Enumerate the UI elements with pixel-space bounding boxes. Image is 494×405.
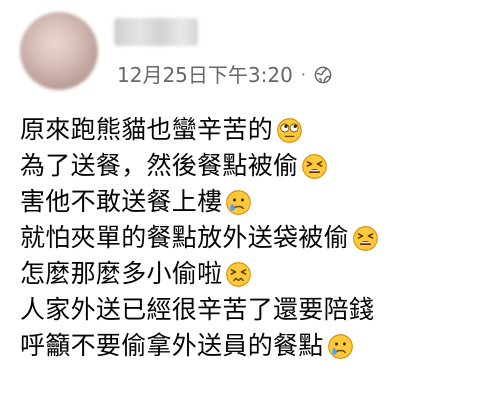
tired-face-icon [353,225,378,251]
post-line-text: 怎麼那麼多小偷啦 [20,259,223,288]
post-line-text: 原來跑熊貓也蠻辛苦的 [20,115,274,144]
post-line-text: 就怕夾單的餐點放外送袋被偷 [20,223,349,252]
post-line: 怎麼那麼多小偷啦 [20,256,480,292]
sad-face-with-tear-icon [327,333,353,359]
post-line: 呼籲不要偷拿外送員的餐點 [20,328,480,364]
post-line-text: 為了送餐，然後餐點被偷 [20,151,299,180]
post-body: 原來跑熊貓也蠻辛苦的 為了送餐，然後餐點被偷 害他不敢送餐上樓 就怕夾單的餐點放… [20,112,480,364]
tired-face-icon [302,153,328,179]
post-line-text: 人家外送已經很辛苦了還要陪錢 [20,295,375,324]
post-line: 害他不敢送餐上樓 [20,184,480,220]
post-line: 為了送餐，然後餐點被偷 [20,148,480,184]
post-meta: 12月25日下午3:20 · [117,61,332,89]
sad-face-with-tear-icon [226,189,252,215]
post-line-text: 呼籲不要偷拿外送員的餐點 [20,331,324,360]
post-line-text: 害他不敢送餐上樓 [20,187,223,216]
timestamp[interactable]: 12月25日下午3:20 [117,61,293,89]
post-line: 原來跑熊貓也蠻辛苦的 [20,112,480,148]
globe-icon[interactable] [314,66,332,84]
avatar[interactable] [20,12,98,90]
post-line: 就怕夾單的餐點放外送袋被偷 [20,220,480,256]
facebook-post: 12月25日下午3:20 · 原來跑熊貓也蠻辛苦的 為了送餐，然後餐點被偷 害他… [0,0,494,405]
face-with-rolling-eyes-icon [277,117,302,143]
author-name[interactable] [114,18,198,46]
separator-dot: · [300,65,306,84]
persevering-face-icon [226,261,252,287]
post-line: 人家外送已經很辛苦了還要陪錢 [20,292,480,328]
